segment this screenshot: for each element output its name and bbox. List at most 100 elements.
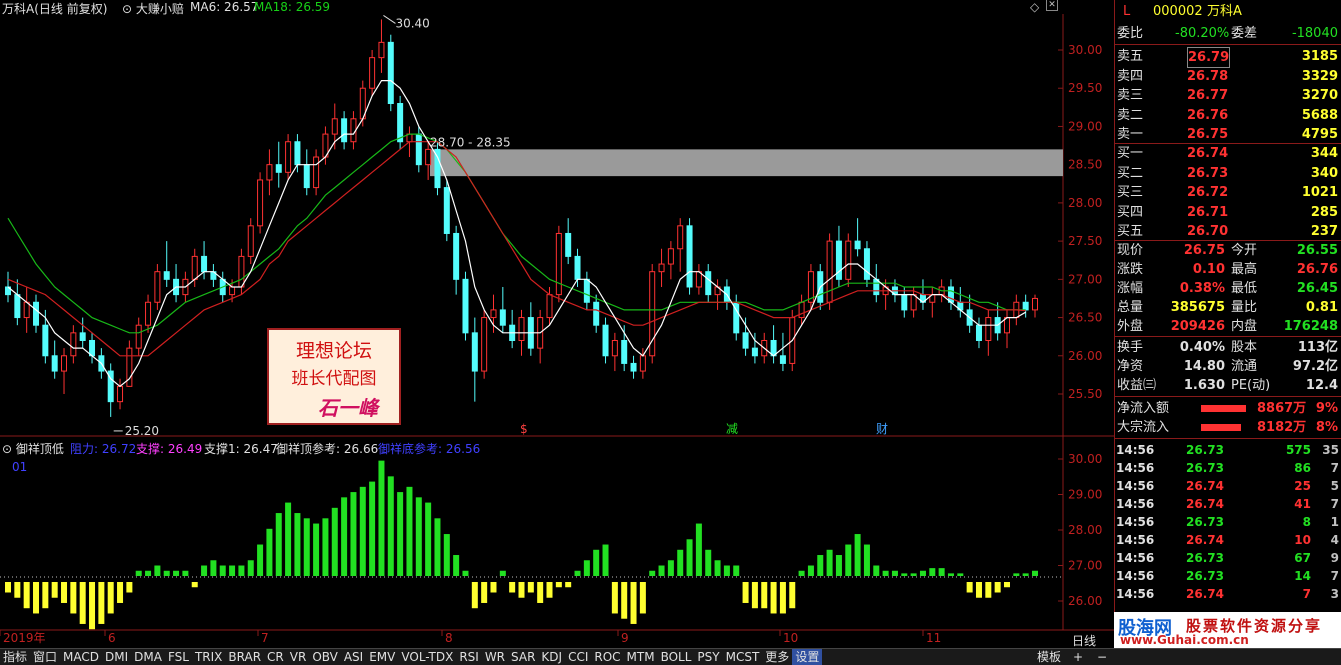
- candle-body: [705, 271, 712, 296]
- candle-body: [331, 118, 338, 135]
- osc-bar-positive: [845, 544, 852, 576]
- stat-value: 26.45: [1296, 281, 1338, 296]
- tick-volume: 575: [1285, 443, 1311, 457]
- indicator-dropdown[interactable]: ⊙ 大赚小赔: [122, 0, 184, 17]
- tab-rsi[interactable]: RSI: [456, 649, 482, 665]
- osc-bar-positive: [285, 502, 292, 576]
- osc-bar-positive: [826, 549, 833, 576]
- tab-trix[interactable]: TRIX: [192, 649, 225, 665]
- candle-body: [901, 294, 908, 311]
- minus-button[interactable]: −: [1094, 649, 1110, 665]
- tab-vol-tdx[interactable]: VOL-TDX: [398, 649, 456, 665]
- kline-chart[interactable]: 30.00 29.50 29.00 28.50 28.00 27.50 27.00 26.50…: [0, 0, 1114, 648]
- tab-cr[interactable]: CR: [264, 649, 287, 665]
- candle-body: [686, 225, 693, 288]
- tick-volume: 67: [1294, 551, 1311, 565]
- tick-volume: 41: [1294, 497, 1311, 511]
- osc-bar-positive: [303, 518, 310, 576]
- tab-cci[interactable]: CCI: [565, 649, 591, 665]
- tab-kdj[interactable]: KDJ: [538, 649, 565, 665]
- buy-price: 26.72: [1187, 185, 1229, 200]
- osc-bar-positive: [1022, 573, 1029, 576]
- tab-窗口[interactable]: 窗口: [30, 649, 60, 665]
- brand-banner[interactable]: 股海网 股票软件资源分享 www.Guhai.com.cn: [1114, 612, 1341, 648]
- tab-asi[interactable]: ASI: [341, 649, 366, 665]
- osc-bar-positive: [369, 481, 376, 576]
- osc-bar-positive: [453, 555, 460, 576]
- diamond-icon[interactable]: ◇: [1030, 0, 1039, 14]
- candle-body: [863, 248, 870, 280]
- sell-price: 26.76: [1187, 107, 1229, 123]
- sell-volume: 3329: [1301, 68, 1338, 84]
- tab-emv[interactable]: EMV: [366, 649, 398, 665]
- osc-bar-positive: [229, 565, 236, 576]
- tab-wr[interactable]: WR: [482, 649, 508, 665]
- candle-body: [397, 103, 404, 143]
- osc-bar-positive: [238, 565, 245, 576]
- buy-row: 买四 26.71 285: [1115, 203, 1341, 222]
- candle-body: [910, 294, 917, 311]
- osc-bar-positive: [667, 560, 674, 576]
- candle-body: [51, 355, 58, 372]
- candle-body: [677, 225, 684, 250]
- osc-bar-negative: [490, 582, 497, 593]
- tick-time: 14:56: [1116, 497, 1155, 511]
- stat-value: 26.76: [1296, 262, 1338, 277]
- lower-indicator-label: 御祥顶低: [15, 442, 64, 456]
- stat-label: 总量: [1117, 300, 1144, 315]
- sell-price: 26.75: [1187, 127, 1229, 142]
- period-label[interactable]: 日线: [1072, 632, 1096, 649]
- zone-range-label: 28.70 - 28.35: [430, 135, 511, 149]
- template-button[interactable]: 模板: [1034, 649, 1064, 665]
- candle-body: [639, 355, 646, 372]
- osc-bar-positive: [145, 570, 152, 576]
- osc-bar-positive: [387, 476, 394, 576]
- tick-price: 26.73: [1186, 515, 1224, 529]
- buy-price: 26.70: [1187, 224, 1229, 239]
- tab-dmi[interactable]: DMI: [102, 649, 131, 665]
- osc-bar-negative: [107, 582, 114, 614]
- candle-body: [770, 339, 777, 357]
- tab-sar[interactable]: SAR: [508, 649, 538, 665]
- candle-body: [42, 324, 49, 357]
- stat-value: 0.38%: [1179, 281, 1225, 296]
- tab-roc[interactable]: ROC: [591, 649, 623, 665]
- osc-bar-negative: [761, 582, 768, 609]
- close-icon[interactable]: ✕: [1046, 0, 1058, 11]
- osc-bar-negative: [51, 582, 58, 598]
- osc-bar-positive: [163, 570, 170, 576]
- flow-label: 大宗流入: [1117, 420, 1170, 435]
- plus-button[interactable]: +: [1070, 649, 1086, 665]
- tab-设置[interactable]: 设置: [792, 649, 823, 665]
- tick-row: 14:56 26.73 86 7: [1114, 459, 1341, 477]
- osc-bar-negative: [481, 582, 488, 603]
- tab-dma[interactable]: DMA: [131, 649, 165, 665]
- sell-price: 26.78: [1187, 68, 1229, 84]
- tab-boll[interactable]: BOLL: [658, 649, 695, 665]
- tab-obv[interactable]: OBV: [309, 649, 341, 665]
- tab-macd[interactable]: MACD: [60, 649, 102, 665]
- tab-更多[interactable]: 更多: [762, 649, 792, 665]
- osc-bar-negative: [117, 582, 124, 603]
- stat-value: 26.75: [1183, 243, 1225, 258]
- stat-value: 385675: [1170, 300, 1225, 315]
- osc-bar-positive: [1032, 570, 1038, 576]
- osc-bar-negative: [621, 582, 628, 619]
- lower-indicator-name[interactable]: ⊙ 御祥顶低: [2, 440, 64, 457]
- osc-bar-positive: [686, 539, 693, 576]
- indicator-name: 大赚小赔: [135, 2, 184, 16]
- tab-mcst[interactable]: MCST: [723, 649, 763, 665]
- tab-vr[interactable]: VR: [287, 649, 310, 665]
- tab-mtm[interactable]: MTM: [624, 649, 658, 665]
- weicha-label: 委差: [1231, 26, 1258, 41]
- tab-fsl[interactable]: FSL: [165, 649, 192, 665]
- buy-row: 买二 26.73 340: [1115, 164, 1341, 183]
- tab-psy[interactable]: PSY: [694, 649, 722, 665]
- osc-bar-positive: [695, 523, 702, 576]
- osc-bar-negative: [70, 582, 77, 614]
- lower-tick-label: 28.00: [1068, 523, 1102, 537]
- stat-value: 1.630: [1183, 378, 1225, 393]
- tab-指标[interactable]: 指标: [0, 649, 30, 665]
- stat-label: 现价: [1117, 243, 1144, 258]
- tab-brar[interactable]: BRAR: [225, 649, 264, 665]
